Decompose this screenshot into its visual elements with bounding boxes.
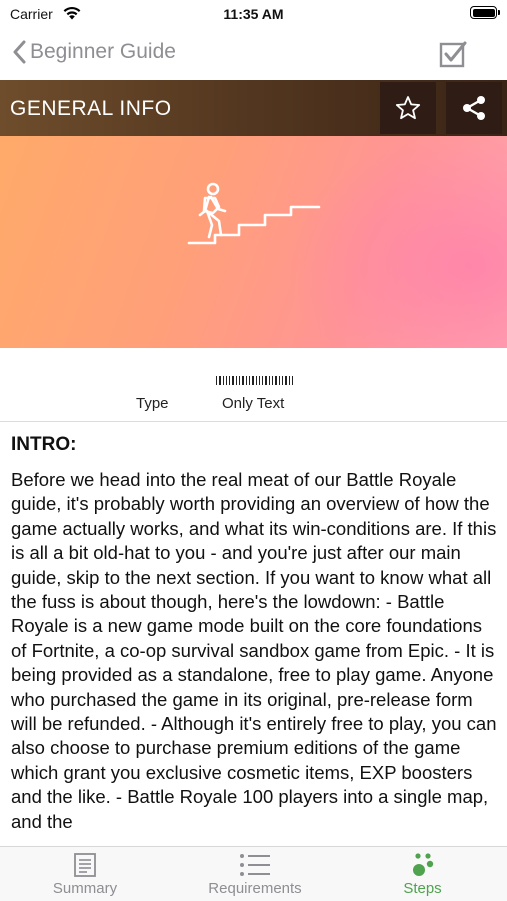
share-button[interactable] <box>446 82 502 134</box>
divider <box>0 421 507 422</box>
steps-dots-icon <box>412 853 433 876</box>
chevron-left-icon <box>13 40 26 64</box>
tab-summary[interactable]: Summary <box>40 847 130 901</box>
back-label: Beginner Guide <box>30 40 176 63</box>
guide-meta: Type Only Text <box>0 372 507 422</box>
navigation-bar: Beginner Guide <box>0 28 507 78</box>
tab-requirements[interactable]: Requirements <box>190 847 320 901</box>
clock: 11:35 AM <box>223 6 284 22</box>
tab-bar: Summary Requirements Steps <box>0 846 507 901</box>
star-list-icon <box>240 854 270 876</box>
type-label: Type <box>136 395 169 412</box>
tab-steps[interactable]: Steps <box>385 847 460 901</box>
section-header: GENERAL INFO <box>0 80 507 136</box>
checkbox-checked-icon[interactable] <box>439 40 467 68</box>
share-icon <box>463 96 485 120</box>
status-bar: Carrier 11:35 AM <box>0 0 507 28</box>
hero-image <box>0 136 507 348</box>
tab-summary-label: Summary <box>52 880 118 897</box>
tab-steps-label: Steps <box>403 880 442 897</box>
favorite-button[interactable] <box>380 82 436 134</box>
intro-text: Before we head into the real meat of our… <box>11 469 497 832</box>
section-title: GENERAL INFO <box>10 97 172 120</box>
stairs-person-icon <box>187 182 321 245</box>
back-button[interactable]: Beginner Guide <box>12 37 176 67</box>
intro-heading: INTRO: <box>11 434 77 455</box>
document-icon <box>74 853 96 877</box>
tab-requirements-label: Requirements <box>208 880 302 897</box>
type-value: Only Text <box>222 395 285 412</box>
star-icon <box>395 96 421 120</box>
barcode-icon <box>216 376 294 385</box>
battery-icon <box>470 6 500 19</box>
